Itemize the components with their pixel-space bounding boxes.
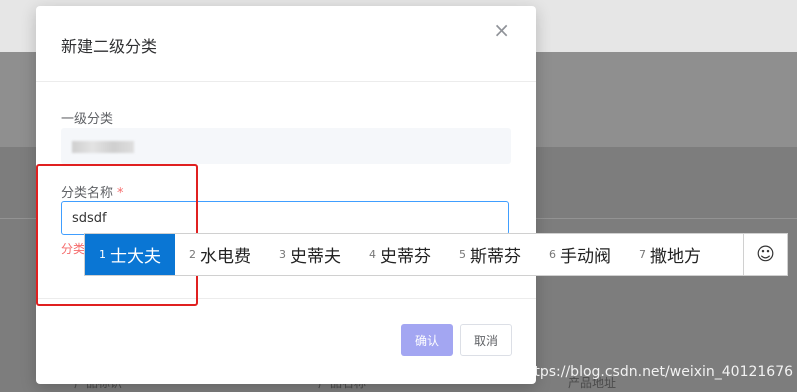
parent-category-field <box>61 128 511 164</box>
cancel-button[interactable]: 取消 <box>460 324 512 356</box>
candidate-number: 3 <box>279 248 286 261</box>
dialog-header: 新建二级分类 × <box>36 6 536 82</box>
candidate-number: 5 <box>459 248 466 261</box>
ime-candidate[interactable]: 7 撒地方 <box>625 234 715 275</box>
ime-candidate[interactable]: 2 水电费 <box>175 234 265 275</box>
candidate-text: 手动阀 <box>560 247 611 267</box>
close-icon[interactable]: × <box>493 20 510 40</box>
candidate-number: 6 <box>549 248 556 261</box>
candidate-text: 史蒂夫 <box>290 247 341 267</box>
emoji-icon[interactable]: ☺ <box>743 234 787 275</box>
ime-candidate[interactable]: 5 斯蒂芬 <box>445 234 535 275</box>
ime-candidate-bar: 1 士大夫 2 水电费 3 史蒂夫 4 史蒂芬 5 斯蒂芬 6 手动阀 7 撒地方 ☺ <box>84 233 788 276</box>
candidate-number: 7 <box>639 248 646 261</box>
candidate-number: 2 <box>189 248 196 261</box>
candidate-number: 1 <box>99 248 106 261</box>
ime-candidate[interactable]: 4 史蒂芬 <box>355 234 445 275</box>
watermark: https://blog.csdn.net/weixin_40121676 <box>520 364 794 380</box>
ime-candidate[interactable]: 3 史蒂夫 <box>265 234 355 275</box>
candidate-number: 4 <box>369 248 376 261</box>
ime-candidate[interactable]: 1 士大夫 <box>85 234 175 275</box>
candidate-text: 水电费 <box>200 247 251 267</box>
candidate-text: 撒地方 <box>650 247 701 267</box>
candidate-text: 史蒂芬 <box>380 247 431 267</box>
candidate-text: 斯蒂芬 <box>470 247 521 267</box>
parent-category-label: 一级分类 <box>61 112 114 127</box>
obscured-value <box>72 141 134 153</box>
dialog-title: 新建二级分类 <box>61 37 158 56</box>
ime-candidate[interactable]: 6 手动阀 <box>535 234 625 275</box>
confirm-button[interactable]: 确认 <box>401 324 453 356</box>
candidate-text: 士大夫 <box>110 247 161 267</box>
